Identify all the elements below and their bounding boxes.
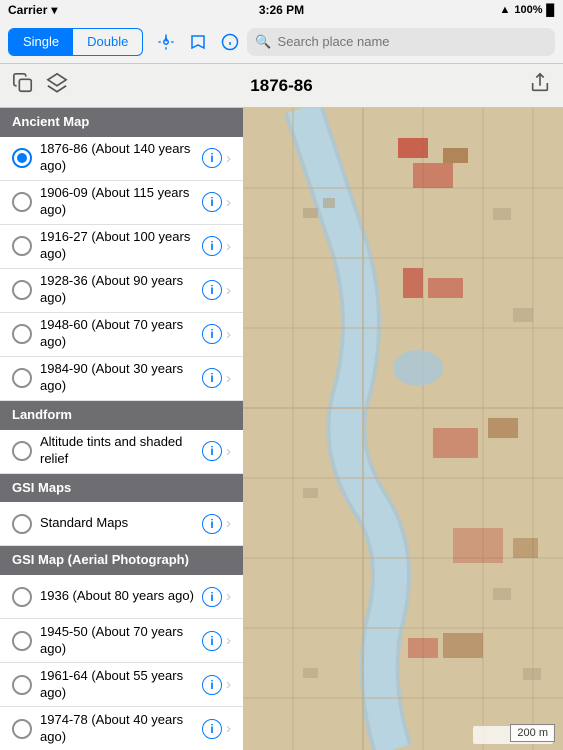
item-label: 1948-60 (About 70 years ago) xyxy=(40,317,202,351)
status-bar: Carrier ▾ 3:26 PM ▲ 100% ▉ xyxy=(0,0,563,20)
chevron-right-icon: › xyxy=(226,515,231,532)
section-header-gsi-map-(aerial-photograph): GSI Map (Aerial Photograph) xyxy=(0,546,243,575)
radio-button[interactable] xyxy=(12,236,32,256)
copy-icon-btn[interactable] xyxy=(12,72,34,100)
chevron-right-icon: › xyxy=(226,150,231,167)
section-header-gsi-maps: GSI Maps xyxy=(0,474,243,503)
radio-button[interactable] xyxy=(12,368,32,388)
segment-control[interactable]: Single Double xyxy=(8,28,143,56)
info-icon-btn[interactable] xyxy=(221,33,239,51)
map-svg xyxy=(243,108,563,750)
radio-button[interactable] xyxy=(12,675,32,695)
radio-button[interactable] xyxy=(12,441,32,461)
item-label: Altitude tints and shaded relief xyxy=(40,434,202,468)
info-button[interactable]: i xyxy=(202,236,222,256)
chevron-right-icon: › xyxy=(226,443,231,460)
item-label: 1984-90 (About 30 years ago) xyxy=(40,361,202,395)
nav-bar: Single Double 🔍 xyxy=(0,20,563,64)
toolbar: 1876-86 xyxy=(0,64,563,108)
toolbar-right xyxy=(529,72,551,100)
chevron-right-icon: › xyxy=(226,238,231,255)
chevron-right-icon: › xyxy=(226,720,231,737)
status-bar-time: 3:26 PM xyxy=(259,3,304,17)
section-header-ancient-map: Ancient Map xyxy=(0,108,243,137)
info-button[interactable]: i xyxy=(202,719,222,739)
info-button[interactable]: i xyxy=(202,675,222,695)
section-header-landform: Landform xyxy=(0,401,243,430)
scale-label: 200 m xyxy=(517,727,548,739)
map-scale: 200 m xyxy=(510,724,555,742)
item-label: Standard Maps xyxy=(40,515,202,532)
list-item[interactable]: 1876-86 (About 140 years ago)i› xyxy=(0,137,243,181)
radio-inner xyxy=(17,153,27,163)
layers-icon-btn[interactable] xyxy=(46,72,68,100)
radio-button[interactable] xyxy=(12,192,32,212)
list-item[interactable]: 1928-36 (About 90 years ago)i› xyxy=(0,269,243,313)
battery-icon: ▉ xyxy=(547,4,555,17)
share-icon-btn[interactable] xyxy=(529,72,551,100)
list-item[interactable]: Standard Mapsi› xyxy=(0,502,243,546)
battery-label: 100% xyxy=(514,4,542,16)
toolbar-left xyxy=(12,72,68,100)
status-bar-right: ▲ 100% ▉ xyxy=(500,4,556,17)
item-label: 1916-27 (About 100 years ago) xyxy=(40,229,202,263)
info-button[interactable]: i xyxy=(202,514,222,534)
wifi-icon: ▾ xyxy=(51,3,57,17)
info-button[interactable]: i xyxy=(202,631,222,651)
info-button[interactable]: i xyxy=(202,192,222,212)
chevron-right-icon: › xyxy=(226,194,231,211)
toolbar-title: 1876-86 xyxy=(250,76,312,96)
chevron-right-icon: › xyxy=(226,370,231,387)
radio-button[interactable] xyxy=(12,324,32,344)
list-item[interactable]: 1906-09 (About 115 years ago)i› xyxy=(0,181,243,225)
info-button[interactable]: i xyxy=(202,148,222,168)
list-item[interactable]: 1945-50 (About 70 years ago)i› xyxy=(0,619,243,663)
list-item[interactable]: 1984-90 (About 30 years ago)i› xyxy=(0,357,243,401)
chevron-right-icon: › xyxy=(226,588,231,605)
radio-button[interactable] xyxy=(12,587,32,607)
item-label: 1936 (About 80 years ago) xyxy=(40,588,202,605)
main-area: Ancient Map1876-86 (About 140 years ago)… xyxy=(0,108,563,750)
list-item[interactable]: 1916-27 (About 100 years ago)i› xyxy=(0,225,243,269)
chevron-right-icon: › xyxy=(226,676,231,693)
segment-double[interactable]: Double xyxy=(73,29,142,55)
item-label: 1945-50 (About 70 years ago) xyxy=(40,624,202,658)
item-label: 1928-36 (About 90 years ago) xyxy=(40,273,202,307)
list-item[interactable]: Altitude tints and shaded reliefi› xyxy=(0,430,243,474)
radio-button[interactable] xyxy=(12,514,32,534)
radio-button[interactable] xyxy=(12,280,32,300)
radio-button[interactable] xyxy=(12,719,32,739)
signal-icon: ▲ xyxy=(500,4,511,16)
chevron-right-icon: › xyxy=(226,326,231,343)
list-item[interactable]: 1948-60 (About 70 years ago)i› xyxy=(0,313,243,357)
chevron-right-icon: › xyxy=(226,282,231,299)
item-label: 1961-64 (About 55 years ago) xyxy=(40,668,202,702)
info-button[interactable]: i xyxy=(202,587,222,607)
radio-button[interactable] xyxy=(12,631,32,651)
map-area[interactable]: 200 m xyxy=(243,108,563,750)
info-button[interactable]: i xyxy=(202,441,222,461)
search-icon: 🔍 xyxy=(255,34,271,50)
bookmark-icon-btn[interactable] xyxy=(189,33,207,51)
list-item[interactable]: 1961-64 (About 55 years ago)i› xyxy=(0,663,243,707)
nav-icons xyxy=(157,33,239,51)
search-box[interactable]: 🔍 xyxy=(247,28,555,56)
item-label: 1876-86 (About 140 years ago) xyxy=(40,141,202,175)
info-button[interactable]: i xyxy=(202,324,222,344)
sidebar[interactable]: Ancient Map1876-86 (About 140 years ago)… xyxy=(0,108,243,750)
info-button[interactable]: i xyxy=(202,368,222,388)
search-input[interactable] xyxy=(278,34,547,49)
status-bar-left: Carrier ▾ xyxy=(8,3,57,17)
list-item[interactable]: 1974-78 (About 40 years ago)i› xyxy=(0,707,243,750)
list-item[interactable]: 1936 (About 80 years ago)i› xyxy=(0,575,243,619)
item-label: 1906-09 (About 115 years ago) xyxy=(40,185,202,219)
location-icon-btn[interactable] xyxy=(157,33,175,51)
carrier-label: Carrier xyxy=(8,3,47,17)
radio-button[interactable] xyxy=(12,148,32,168)
segment-single[interactable]: Single xyxy=(9,29,73,55)
item-label: 1974-78 (About 40 years ago) xyxy=(40,712,202,746)
chevron-right-icon: › xyxy=(226,632,231,649)
info-button[interactable]: i xyxy=(202,280,222,300)
